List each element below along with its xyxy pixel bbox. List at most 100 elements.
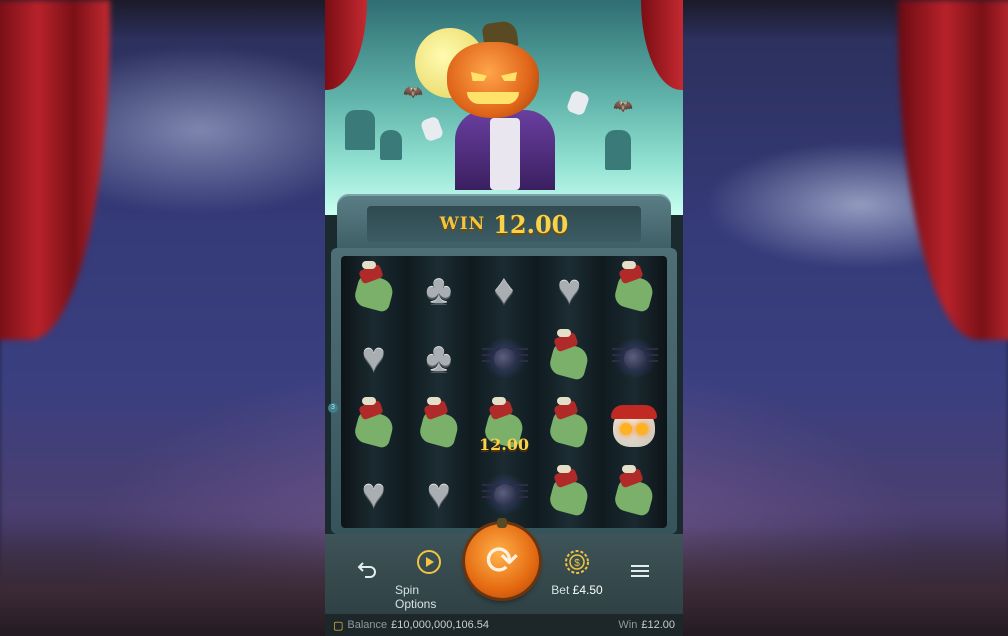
spin-options-label: Spin Options [395,583,437,611]
spin-button-stem [497,518,507,528]
tombstone [380,130,402,160]
svg-text:$: $ [574,558,580,569]
hero-scene: 🦇 🦇 [325,0,683,215]
coin-icon: $ [564,549,590,575]
skull-symbol [609,401,659,451]
play-circle-icon [416,549,442,575]
reel-cell: ♥ [341,324,406,392]
diamond-symbol: ♦ [479,265,529,315]
status-win-label: Win [618,619,638,631]
hero-curtain-left [325,0,367,90]
reel-cell [602,256,667,324]
spider-icon [481,338,528,378]
spider-symbol [479,469,529,519]
reel-cell [602,460,667,528]
win-amount: 12.00 [493,209,569,239]
zombie-hand-icon [547,329,591,382]
status-bar: ▢ Balance £10,000,000,106.54 Win £12.00 [325,614,683,636]
win-label: WIN [439,214,486,234]
club-icon: ♣ [425,335,452,380]
zombie-hand-icon [417,397,461,450]
reel-cell [341,256,406,324]
spider-symbol [609,333,659,383]
zombie-hand-icon [352,397,396,450]
reel-cell [406,392,471,460]
tombstone [605,130,631,170]
game-viewport: 🦇 🦇 WIN 12.00 ♣ ♦ ♥ ♥ ♣ 12.00 ♥ ♥ 3 Spin… [325,0,683,636]
reel-cell [602,392,667,460]
heart-icon: ♥ [361,471,386,516]
zombie-hand-icon [612,261,656,314]
reel-cell [341,392,406,460]
reel-cell [537,460,602,528]
wallet-icon: ▢ [333,619,344,632]
bet-display: Bet £4.50 [551,583,602,597]
spider-icon [612,338,659,378]
tombstone [345,110,375,150]
spin-button[interactable]: ⟳ [465,518,539,598]
win-display: WIN 12.00 [367,206,641,242]
reel-cell [537,324,602,392]
zombie-hand-icon [547,397,591,450]
club-icon: ♣ [425,267,452,312]
zombie-hand-symbol [609,261,659,315]
pumpkin-head [447,42,539,118]
zombie-hand-icon [547,465,591,518]
zombie-hand-icon [612,465,656,518]
reel-cell [471,324,536,392]
reel-cell: ♣ [406,256,471,324]
pumpkin-man-shirt [490,118,520,190]
hero-curtain-right [641,0,683,90]
reel-cell: 12.00 [471,392,536,460]
reel-frame: ♣ ♦ ♥ ♥ ♣ 12.00 ♥ ♥ [331,248,677,534]
heart-symbol: ♥ [544,265,594,315]
reel-cell: ♥ [406,460,471,528]
payline-marker: 3 [328,403,338,413]
symbol-grid: ♣ ♦ ♥ ♥ ♣ 12.00 ♥ ♥ [341,256,667,528]
skull-icon [609,401,659,451]
pumpkin-mouth [467,92,519,104]
refresh-arrows-icon: ⟳ [485,539,519,583]
balance-label: Balance [347,619,388,631]
zombie-hand-symbol [544,329,594,383]
heart-icon: ♥ [361,335,386,380]
reel-cell: ♥ [537,256,602,324]
win-banner: WIN 12.00 [337,194,671,250]
back-button[interactable] [357,560,377,578]
reel-cell: ♣ [406,324,471,392]
zombie-hand-symbol [349,261,399,315]
status-win-value: £12.00 [641,619,675,631]
heart-icon: ♥ [557,267,582,312]
zombie-hand-symbol [414,397,464,451]
bet-value: £4.50 [572,583,603,597]
hamburger-menu-icon [631,564,649,578]
zombie-hand-symbol [544,397,594,451]
zombie-hand-symbol [544,465,594,519]
bet-label: Bet [551,583,570,597]
left-glove [419,115,445,143]
undo-arrow-icon [357,560,377,578]
menu-button[interactable] [631,564,649,578]
heart-symbol: ♥ [349,333,399,383]
club-symbol: ♣ [414,333,464,383]
spin-options-button[interactable]: Spin Options [395,549,463,611]
diamond-icon: ♦ [493,267,515,312]
reel-cell [537,392,602,460]
bat-icon: 🦇 [403,84,423,101]
reel-cell [602,324,667,392]
heart-symbol: ♥ [349,469,399,519]
club-symbol: ♣ [414,265,464,315]
zombie-hand-symbol [609,465,659,519]
heart-symbol: ♥ [414,469,464,519]
right-glove [565,89,591,117]
win-payout-label: 12.00 [478,435,530,454]
heart-icon: ♥ [426,471,451,516]
balance-value: £10,000,000,106.54 [391,619,490,631]
reel-cell: ♥ [341,460,406,528]
zombie-hand-symbol [349,397,399,451]
spider-symbol [479,333,529,383]
bet-button[interactable]: $ Bet £4.50 [547,549,607,597]
spider-icon [481,474,528,514]
reel-window: ♣ ♦ ♥ ♥ ♣ 12.00 ♥ ♥ [341,256,667,528]
zombie-hand-icon [352,261,396,314]
